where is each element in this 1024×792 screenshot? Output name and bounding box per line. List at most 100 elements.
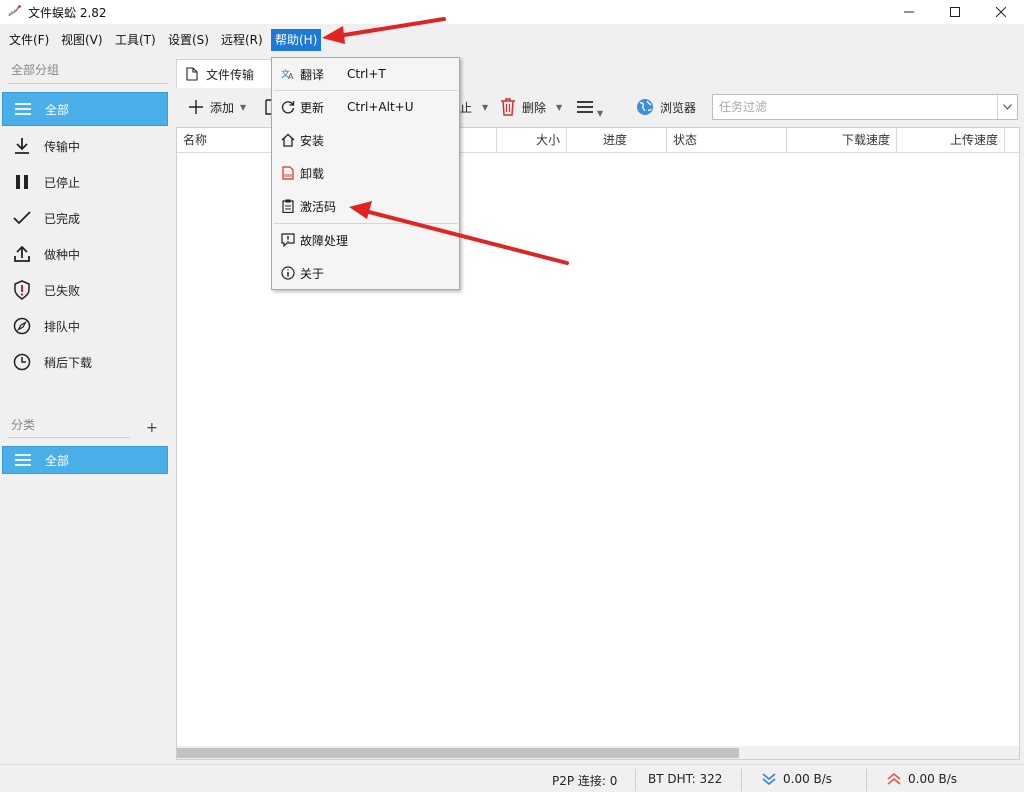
chevron-down-icon <box>1003 104 1012 110</box>
status-divider <box>866 769 867 791</box>
pause-icon <box>16 175 28 189</box>
sidebar-item-later[interactable]: 稍后下载 <box>2 345 168 379</box>
category-item-all[interactable]: 全部 <box>2 446 168 474</box>
view-menu-button[interactable]: ▼ <box>577 96 603 118</box>
task-filter-input[interactable] <box>713 95 993 119</box>
sidebar-item-seeding[interactable]: 做种中 <box>2 237 168 271</box>
clipboard-icon <box>282 199 294 213</box>
column-status[interactable]: 状态 <box>667 128 787 153</box>
browser-label: 浏览器 <box>660 100 697 115</box>
menu-item-label: 安装 <box>300 133 325 148</box>
close-button[interactable] <box>978 0 1024 24</box>
help-menu-dropdown: 文A 翻译 Ctrl+T 更新 Ctrl+Alt+U 安装 卸载 激活码 故障处… <box>271 57 460 290</box>
menu-item-about[interactable]: 关于 <box>272 257 459 289</box>
list-icon <box>15 454 31 466</box>
minimize-icon <box>904 11 914 13</box>
menu-item-install[interactable]: 安装 <box>272 124 459 156</box>
chevron-down-icon: ▼ <box>556 102 563 112</box>
chevron-down-icon: ▼ <box>597 108 604 118</box>
column-download-speed[interactable]: 下载速度 <box>787 128 897 153</box>
browser-button[interactable]: 浏览器 <box>636 96 696 118</box>
menu-item-label: 翻译 <box>300 67 325 82</box>
sidebar-item-stopped[interactable]: 已停止 <box>2 165 168 199</box>
column-progress[interactable]: 进度 <box>567 128 667 153</box>
delete-button[interactable]: 删除 ▼ <box>500 96 562 118</box>
sidebar-item-label: 已完成 <box>44 211 81 226</box>
maximize-button[interactable] <box>932 0 978 24</box>
category-item-label: 全部 <box>45 453 70 468</box>
filter-dropdown-button[interactable] <box>997 95 1017 119</box>
menu-item-label: 激活码 <box>300 199 337 214</box>
download-icon <box>15 138 29 154</box>
bt-dht-count: BT DHT: 322 <box>648 772 723 786</box>
minimize-button[interactable] <box>886 0 932 24</box>
group-divider <box>8 83 168 84</box>
category-header: 分类 <box>11 418 36 432</box>
check-icon <box>13 211 31 225</box>
upload-icon <box>14 245 30 262</box>
translate-icon: 文A <box>281 68 294 80</box>
sidebar-item-label: 稍后下载 <box>44 355 93 370</box>
sidebar-item-label: 已失败 <box>44 283 81 298</box>
sidebar-item-label: 已停止 <box>44 175 81 190</box>
category-divider <box>8 437 130 438</box>
column-upload-speed[interactable]: 上传速度 <box>897 128 1005 153</box>
add-button[interactable]: 添加 ▼ <box>188 96 246 118</box>
menu-settings[interactable]: 设置(S) <box>164 29 213 51</box>
sidebar-item-queued[interactable]: 排队中 <box>2 309 168 343</box>
menu-view[interactable]: 视图(V) <box>57 29 107 51</box>
menu-item-activation-code[interactable]: 激活码 <box>272 190 459 222</box>
menu-item-troubleshoot[interactable]: 故障处理 <box>272 224 459 256</box>
upload-speed: 0.00 B/s <box>908 772 958 786</box>
sidebar-item-transferring[interactable]: 传输中 <box>2 129 168 163</box>
menu-help[interactable]: 帮助(H) <box>271 29 322 51</box>
info-icon <box>281 266 295 280</box>
chevron-down-icon: ▼ <box>482 102 489 112</box>
refresh-icon <box>281 101 295 114</box>
status-divider <box>635 769 636 791</box>
menu-item-shortcut: Ctrl+Alt+U <box>347 100 414 114</box>
menu-remote[interactable]: 远程(R) <box>217 29 267 51</box>
home-icon <box>281 133 295 147</box>
download-speed: 0.00 B/s <box>783 772 833 786</box>
stop-button[interactable]: 止 ▼ <box>460 96 488 118</box>
close-icon <box>996 7 1006 17</box>
menu-file[interactable]: 文件(F) <box>5 29 53 51</box>
upload-speed-icon <box>887 773 901 785</box>
menu-item-update[interactable]: 更新 Ctrl+Alt+U <box>272 91 459 123</box>
troubleshoot-icon <box>281 233 295 247</box>
svg-text:A: A <box>288 72 294 80</box>
sidebar-item-label: 全部 <box>45 102 70 117</box>
sidebar-item-all[interactable]: 全部 <box>2 92 168 126</box>
menu-item-label: 卸载 <box>300 166 325 181</box>
download-speed-icon <box>762 773 776 785</box>
centipede-icon <box>8 5 21 17</box>
sidebar: 全部分组 全部 传输中 已停止 已完成 做种中 已失败 排队中 稍后下载 分类 … <box>0 52 172 764</box>
menu-item-translate[interactable]: 文A 翻译 Ctrl+T <box>272 58 459 90</box>
window-title: 文件蜈蚣 2.82 <box>28 6 107 20</box>
sidebar-item-label: 传输中 <box>44 139 81 154</box>
menu-item-uninstall[interactable]: 卸载 <box>272 157 459 189</box>
sidebar-item-label: 做种中 <box>44 247 81 262</box>
add-label: 添加 <box>210 100 235 115</box>
sidebar-item-label: 排队中 <box>44 319 81 334</box>
sidebar-item-failed[interactable]: 已失败 <box>2 273 168 307</box>
add-category-button[interactable]: + <box>146 420 158 436</box>
scrollbar-thumb[interactable] <box>177 748 739 758</box>
horizontal-scrollbar[interactable] <box>177 746 1019 759</box>
tab-file-transfer[interactable]: 文件传输 <box>176 59 272 88</box>
menu-item-label: 更新 <box>300 100 325 115</box>
tab-label: 文件传输 <box>206 67 255 82</box>
list-icon <box>15 103 31 115</box>
menu-bar: 文件(F) 视图(V) 工具(T) 设置(S) 远程(R) 帮助(H) <box>0 26 1024 52</box>
task-filter-combobox[interactable] <box>712 94 1018 120</box>
stop-label: 止 <box>460 100 473 115</box>
column-size[interactable]: 大小 <box>497 128 567 153</box>
clock-icon <box>13 353 31 371</box>
sidebar-item-completed[interactable]: 已完成 <box>2 201 168 235</box>
maximize-icon <box>950 7 960 17</box>
title-bar: 文件蜈蚣 2.82 <box>0 0 1024 24</box>
compass-icon <box>13 317 31 335</box>
menu-tools[interactable]: 工具(T) <box>111 29 160 51</box>
menu-item-shortcut: Ctrl+T <box>347 67 386 81</box>
